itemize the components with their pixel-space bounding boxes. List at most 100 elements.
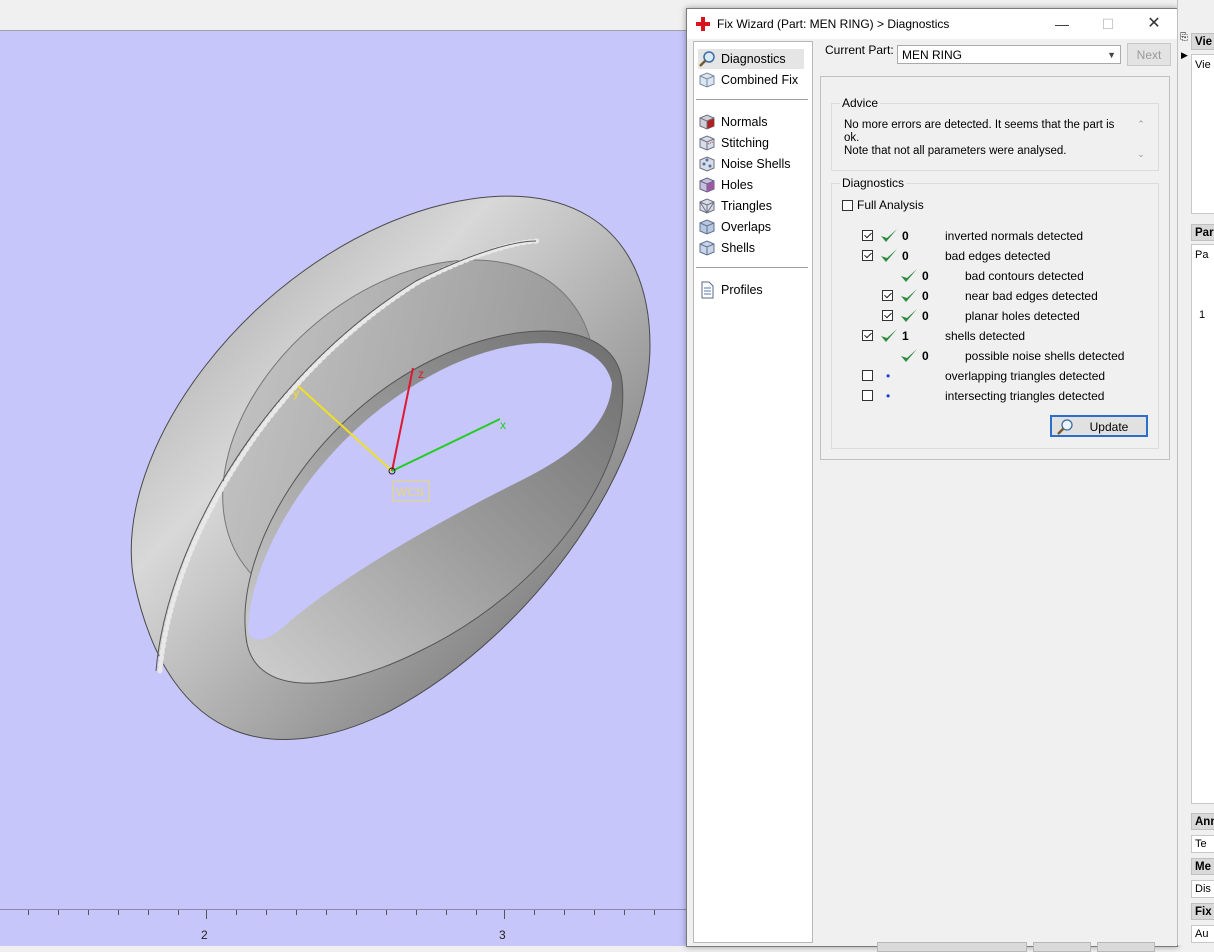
arrow-right-icon[interactable]: ▶ — [1181, 50, 1188, 61]
diagnostic-label: inverted normals detected — [945, 229, 1084, 243]
nav-item-triangles[interactable]: Triangles — [698, 196, 772, 216]
nav-item-label: Noise Shells — [721, 157, 791, 171]
maximize-button[interactable]: ☐ — [1085, 9, 1131, 39]
bottom-ruler: 2 3 — [0, 909, 700, 946]
diagnostic-label: near bad edges detected — [965, 289, 1098, 303]
nav-item-diagnostics[interactable]: Diagnostics — [698, 49, 804, 69]
diagnostic-count: 0 — [922, 349, 929, 363]
current-part-value: MEN RING — [902, 48, 962, 62]
3d-viewport[interactable]: y z x WCS — [0, 31, 700, 909]
diagnostic-row: 1 shells detected — [832, 326, 1152, 346]
advice-scrollbar[interactable]: ⌃ ⌄ — [1134, 119, 1148, 164]
noise-shells-icon — [699, 156, 715, 172]
close-button[interactable]: ✕ — [1131, 9, 1177, 39]
diagnostic-count: 0 — [922, 309, 929, 323]
current-part-select[interactable]: MEN RING ▼ — [897, 45, 1121, 64]
full-analysis-checkbox[interactable] — [842, 199, 853, 211]
axis-x-label: x — [500, 418, 506, 432]
axis-z-label: z — [418, 367, 424, 381]
panel-body-annotations: Te — [1191, 835, 1214, 853]
green-check-icon — [881, 329, 897, 342]
ring-model: y z x WCS — [130, 195, 651, 741]
green-check-icon — [901, 289, 917, 302]
shells-cube-icon — [699, 240, 715, 256]
advice-text: No more errors are detected. It seems th… — [844, 119, 1115, 157]
right-dock: ⎘ ▶ Vie Vie Par Pa 1 Ann Te Me Dis Fix A… — [1177, 0, 1214, 945]
green-check-icon — [901, 349, 917, 362]
diagnostic-row: 0 inverted normals detected — [832, 226, 1152, 246]
diagnostic-label: bad edges detected — [945, 249, 1051, 263]
full-analysis-label: Full Analysis — [857, 198, 924, 212]
diagnostic-checkbox[interactable] — [862, 390, 873, 401]
holes-cube-icon — [699, 177, 715, 193]
diagnostic-count: 0 — [902, 249, 909, 263]
ruler-label: 2 — [201, 928, 208, 942]
diagnostic-label: possible noise shells detected — [965, 349, 1125, 363]
diagnostic-checkbox[interactable] — [862, 330, 873, 341]
diagnostic-row: 0 bad contours detected — [832, 266, 1152, 286]
nav-item-label: Overlaps — [721, 220, 772, 234]
pin-icon[interactable]: ⎘ — [1180, 32, 1188, 43]
diagnostic-count: 0 — [922, 269, 929, 283]
panel-header-measure[interactable]: Me — [1191, 858, 1214, 875]
diagnostic-count: 0 — [922, 289, 929, 303]
nav-item-profiles[interactable]: Profiles — [698, 280, 763, 300]
nav-item-stitching[interactable]: Stitching — [698, 133, 769, 153]
nav-item-holes[interactable]: Holes — [698, 175, 753, 195]
panel-body-measure: Dis — [1191, 880, 1214, 898]
diagnostic-count: 1 — [902, 329, 909, 343]
red-cross-icon — [696, 17, 710, 31]
panel-header-parts[interactable]: Par — [1191, 224, 1214, 241]
diagnostic-checkbox[interactable] — [862, 250, 873, 261]
next-button[interactable]: Next — [1127, 43, 1171, 66]
nav-item-label: Triangles — [721, 199, 772, 213]
update-button[interactable]: Update — [1050, 415, 1148, 437]
diagnostic-checkbox[interactable] — [882, 310, 893, 321]
advice-title: Advice — [840, 96, 881, 110]
green-check-icon — [901, 309, 917, 322]
diagnostic-checkbox[interactable] — [882, 290, 893, 301]
nav-item-label: Normals — [721, 115, 768, 129]
triangles-cube-icon — [699, 198, 715, 214]
advice-group: Advice No more errors are detected. It s… — [831, 96, 1159, 171]
nav-item-combined-fix[interactable]: Combined Fix — [698, 70, 798, 90]
full-analysis-option[interactable]: Full Analysis — [842, 198, 924, 212]
panel-header-annotations[interactable]: Ann — [1191, 813, 1214, 830]
wcs-label: WCS — [396, 485, 424, 499]
magnifier-icon — [699, 51, 715, 67]
minimize-button[interactable]: — — [1039, 9, 1085, 39]
diagnostic-label: intersecting triangles detected — [945, 389, 1105, 403]
green-check-icon — [881, 229, 897, 242]
diagnostic-row: 0 planar holes detected — [832, 306, 1152, 326]
dialog-title: Fix Wizard (Part: MEN RING) > Diagnostic… — [717, 17, 950, 31]
ruler-label: 3 — [499, 928, 506, 942]
nav-item-label: Diagnostics — [721, 52, 786, 66]
nav-item-overlaps[interactable]: Overlaps — [698, 217, 771, 237]
nav-item-shells[interactable]: Shells — [698, 238, 755, 258]
green-check-icon — [901, 269, 917, 282]
dialog-titlebar[interactable]: Fix Wizard (Part: MEN RING) > Diagnostic… — [687, 9, 1177, 39]
fix-wizard-dialog: Fix Wizard (Part: MEN RING) > Diagnostic… — [686, 8, 1178, 952]
nav-item-normals[interactable]: Normals — [698, 112, 768, 132]
toolbar-strip — [0, 0, 700, 31]
panel-header-fix[interactable]: Fix — [1191, 903, 1214, 920]
cube-icon — [699, 72, 715, 88]
diagnostic-label: shells detected — [945, 329, 1026, 343]
diagnostic-checkbox[interactable] — [862, 230, 873, 241]
normals-cube-icon — [699, 114, 715, 130]
diagnostic-label: planar holes detected — [965, 309, 1080, 323]
chevron-down-icon: ▼ — [1107, 50, 1116, 60]
green-check-icon — [881, 249, 897, 262]
diagnostic-count: 0 — [902, 229, 909, 243]
diagnostic-checkbox[interactable] — [862, 370, 873, 381]
diagnostic-label: overlapping triangles detected — [945, 369, 1106, 383]
panel-body-parts: Pa 1 — [1191, 244, 1214, 804]
diagnostic-label: bad contours detected — [965, 269, 1084, 283]
pending-dot-icon: • — [886, 389, 891, 403]
nav-item-noise-shells[interactable]: Noise Shells — [698, 154, 790, 174]
document-icon — [701, 281, 714, 299]
wizard-nav-panel: Diagnostics Combined Fix Normals Stitchi… — [693, 41, 813, 943]
panel-header-view[interactable]: Vie — [1191, 33, 1214, 50]
diagnostic-row: • overlapping triangles detected — [832, 366, 1152, 386]
diagnostic-row: 0 near bad edges detected — [832, 286, 1152, 306]
